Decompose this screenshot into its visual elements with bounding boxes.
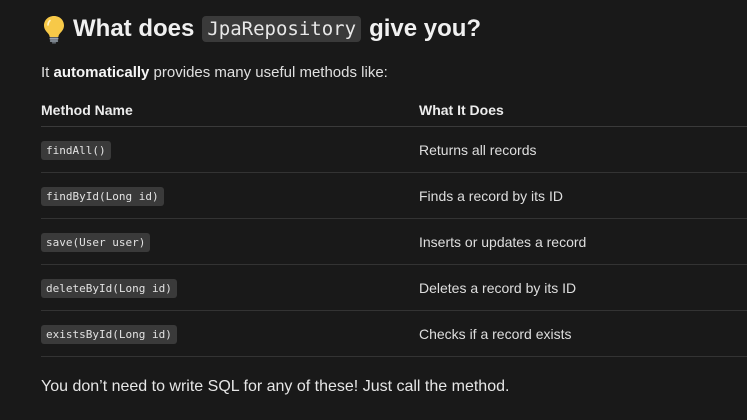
method-code: deleteById(Long id) [41,278,177,298]
intro-after: provides many useful methods like: [149,64,388,81]
table-row: existsById(Long id) Checks if a record e… [41,311,747,357]
table-row: findAll() Returns all records [41,127,747,173]
description-cell: Inserts or updates a record [419,233,587,250]
intro-before: It [41,64,54,81]
description-cell: Finds a record by its ID [419,187,563,204]
light-bulb-icon [44,16,64,44]
method-code: findAll() [41,140,111,160]
heading-code: JpaRepository [202,16,362,42]
method-cell: save(User user) [41,232,419,252]
heading-prefix: What does [73,15,195,42]
table-row: findById(Long id) Finds a record by its … [41,173,747,219]
methods-table: Method Name What It Does findAll() Retur… [41,93,747,357]
table-header-row: Method Name What It Does [41,93,747,127]
method-cell: findById(Long id) [41,186,419,206]
description-cell: Checks if a record exists [419,325,572,342]
method-code: existsById(Long id) [41,324,177,344]
intro-text: It automatically provides many useful me… [41,64,388,81]
column-header-method: Method Name [41,101,133,118]
method-cell: deleteById(Long id) [41,278,419,298]
footer-text: You don’t need to write SQL for any of t… [41,378,510,395]
method-code: findById(Long id) [41,186,164,206]
method-cell: findAll() [41,140,419,160]
table-row: save(User user) Inserts or updates a rec… [41,219,747,265]
intro-bold: automatically [53,64,150,81]
table-row: deleteById(Long id) Deletes a record by … [41,265,747,311]
description-cell: Returns all records [419,141,537,158]
heading-suffix: give you? [369,15,482,42]
description-cell: Deletes a record by its ID [419,279,577,296]
page-heading: What does JpaRepository give you? [41,14,481,44]
column-header-description: What It Does [419,101,504,118]
method-cell: existsById(Long id) [41,324,419,344]
method-code: save(User user) [41,232,151,252]
